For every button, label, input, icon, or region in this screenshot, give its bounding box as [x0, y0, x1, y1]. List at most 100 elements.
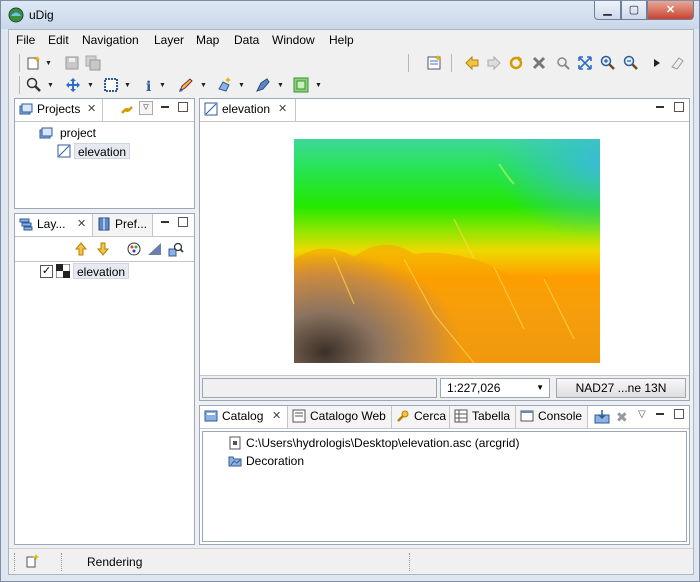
close-tab-icon[interactable]: ✕	[272, 406, 281, 426]
layer-visibility-checkbox[interactable]: ✓	[40, 265, 53, 278]
map-info-box	[202, 378, 437, 398]
tab-catalogo-web[interactable]: Catalogo Web	[288, 406, 392, 428]
minimize-view-icon[interactable]	[161, 106, 169, 108]
refresh-icon[interactable]	[508, 55, 524, 71]
status-bar: Rendering	[9, 548, 693, 574]
menu-data[interactable]: Data	[234, 33, 259, 47]
layer-item-elevation[interactable]: elevation	[73, 263, 130, 279]
tree-item-elevation[interactable]: elevation	[74, 143, 131, 159]
move-up-icon[interactable]	[73, 241, 89, 257]
zoom-in-icon[interactable]	[600, 55, 616, 71]
tab-preferences[interactable]: Pref...	[93, 214, 153, 236]
zoom-out-icon[interactable]	[623, 55, 639, 71]
fast-view-icon[interactable]	[26, 554, 40, 568]
crs-button[interactable]: NAD27 ...ne 13N	[556, 378, 686, 398]
toolbar-separator	[408, 54, 409, 72]
close-tab-icon[interactable]: ✕	[77, 214, 86, 234]
view-menu-dropdown[interactable]: ▽	[139, 101, 153, 115]
window-title: uDig	[29, 8, 54, 22]
create-dropdown-icon[interactable]: ▼	[238, 82, 245, 89]
pan-tool-icon[interactable]	[65, 77, 81, 93]
minimize-view-icon[interactable]	[656, 413, 664, 415]
tab-projects[interactable]: Projects ✕	[15, 99, 103, 121]
style-tool-icon[interactable]	[293, 77, 309, 93]
color-palette-icon[interactable]	[126, 241, 142, 257]
new-dropdown-icon[interactable]: ▼	[45, 60, 52, 67]
raster-layer-icon	[56, 264, 70, 278]
info-dropdown-icon[interactable]: ▼	[159, 82, 166, 89]
tree-item-project[interactable]: project	[60, 125, 96, 141]
map-icon	[57, 144, 71, 158]
selection-tool-icon[interactable]	[103, 77, 119, 93]
console-icon	[520, 410, 534, 422]
tab-elevation-map[interactable]: elevation ✕	[200, 99, 296, 121]
edit-dropdown-icon[interactable]: ▼	[200, 82, 207, 89]
zoom-extent-icon[interactable]	[555, 55, 571, 71]
tab-elevation-label: elevation	[222, 102, 271, 116]
menu-edit[interactable]: Edit	[48, 33, 69, 47]
view-menu-icon[interactable]: ▽	[638, 409, 646, 420]
tab-layers[interactable]: Lay... ✕	[15, 214, 93, 236]
maximize-view-icon[interactable]	[178, 217, 188, 227]
zoom-dropdown-icon[interactable]: ▼	[47, 82, 54, 89]
close-tab-icon[interactable]: ✕	[87, 99, 96, 119]
menu-help[interactable]: Help	[329, 33, 354, 47]
feature-edit-icon[interactable]	[255, 77, 271, 93]
remove-icon[interactable]: ✖	[616, 409, 628, 426]
next-icon[interactable]	[649, 55, 665, 71]
properties-icon[interactable]	[426, 55, 442, 71]
save-all-icon[interactable]	[85, 55, 101, 71]
minimize-view-icon[interactable]	[161, 221, 169, 223]
maximize-view-icon[interactable]	[674, 102, 684, 112]
menu-layer[interactable]: Layer	[154, 33, 184, 47]
link-icon[interactable]	[119, 102, 135, 118]
projects-view: Projects ✕ ▽ project elevation	[14, 98, 195, 209]
divider	[15, 261, 194, 262]
move-down-icon[interactable]	[95, 241, 111, 257]
zoom-full-icon[interactable]	[577, 55, 593, 71]
edit-tool-icon[interactable]	[178, 77, 194, 93]
back-arrow-icon[interactable]	[464, 55, 480, 71]
close-button[interactable]: ✕	[647, 1, 694, 20]
import-icon[interactable]	[594, 409, 610, 425]
feature-dropdown-icon[interactable]: ▼	[277, 82, 284, 89]
layer-search-icon[interactable]	[168, 241, 184, 257]
zoom-tool-icon[interactable]	[26, 77, 42, 93]
tab-tabella-label: Tabella	[472, 409, 511, 423]
forward-arrow-icon[interactable]	[486, 55, 502, 71]
close-tab-icon[interactable]: ✕	[278, 99, 287, 119]
pan-dropdown-icon[interactable]: ▼	[87, 82, 94, 89]
scale-value: 1:227,026	[447, 381, 501, 395]
maximize-view-icon[interactable]	[178, 102, 188, 112]
tab-cerca[interactable]: Cerca	[392, 406, 450, 428]
scale-combo[interactable]: 1:227,026 ▼	[440, 378, 550, 398]
menu-file[interactable]: File	[16, 33, 35, 47]
minimize-view-icon[interactable]	[656, 106, 664, 108]
tab-tabella[interactable]: Tabella	[450, 406, 516, 428]
minimize-button[interactable]: ▁	[594, 1, 621, 20]
selection-dropdown-icon[interactable]: ▼	[124, 82, 131, 89]
stop-rendering-icon[interactable]	[531, 55, 547, 71]
clear-icon[interactable]	[669, 55, 685, 71]
tab-console-label: Console	[538, 409, 583, 423]
new-project-icon[interactable]	[26, 55, 42, 71]
info-tool-icon[interactable]: i	[141, 77, 157, 93]
menu-navigation[interactable]: Navigation	[82, 33, 139, 47]
ramp-icon[interactable]	[147, 241, 163, 257]
tab-catalogo-web-label: Catalogo Web	[310, 409, 386, 423]
tab-catalog[interactable]: Catalog ✕	[200, 406, 288, 428]
menu-map[interactable]: Map	[196, 33, 219, 47]
catalog-item-elevation-file[interactable]: C:\Users\hydrologis\Desktop\elevation.as…	[246, 435, 519, 451]
create-feature-icon[interactable]	[216, 77, 232, 93]
book-icon	[98, 217, 110, 231]
tab-console[interactable]: Console	[516, 406, 588, 428]
menu-window[interactable]: Window	[272, 33, 315, 47]
elevation-raster-map[interactable]	[294, 139, 600, 363]
maximize-view-icon[interactable]	[674, 409, 684, 419]
style-dropdown-icon[interactable]: ▼	[315, 82, 322, 89]
catalog-item-decoration[interactable]: Decoration	[246, 453, 304, 469]
maximize-button[interactable]: ▢	[621, 1, 647, 20]
toolbar-separator	[19, 54, 20, 72]
tab-catalog-label: Catalog	[222, 409, 264, 423]
save-icon[interactable]	[64, 55, 80, 71]
